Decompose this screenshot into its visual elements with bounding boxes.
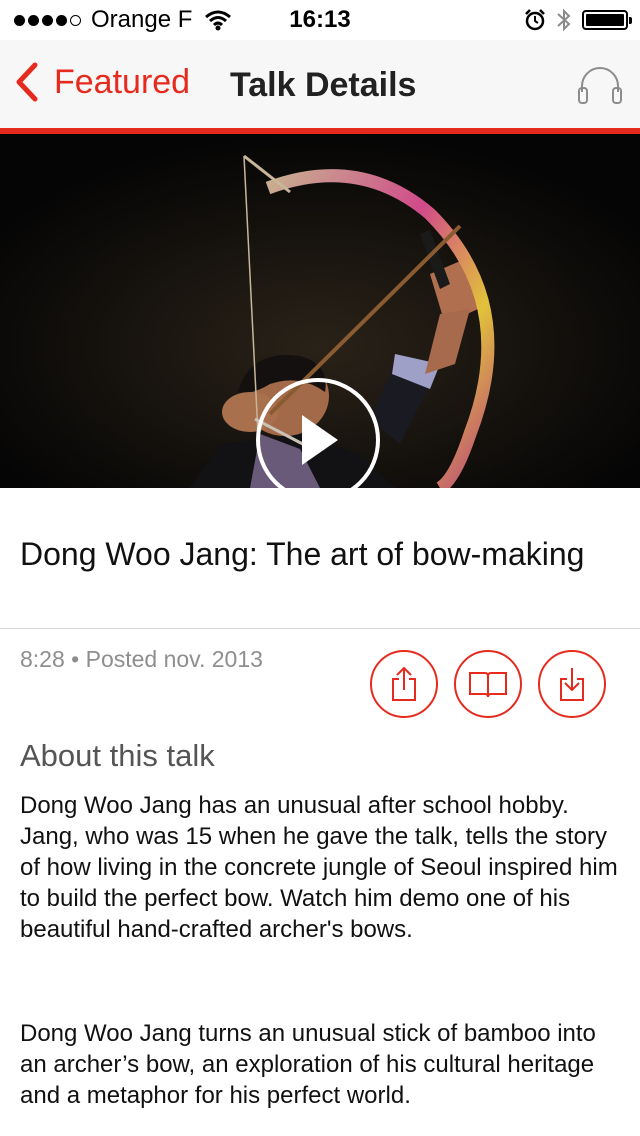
talk-video-thumbnail[interactable]: [0, 134, 640, 488]
talk-meta: 8:28 • Posted nov. 2013: [20, 646, 263, 672]
page-title: Talk Details: [230, 66, 417, 104]
navigation-bar: Featured Talk Details: [0, 40, 640, 128]
talk-description-secondary: Dong Woo Jang turns an unusual stick of …: [20, 1020, 596, 1109]
share-icon: [392, 666, 416, 701]
share-button[interactable]: [370, 650, 438, 718]
back-button[interactable]: Featured: [14, 62, 190, 102]
play-icon: [302, 415, 338, 465]
chevron-left-icon: [16, 62, 38, 102]
bluetooth-icon: [557, 8, 571, 32]
headphones-icon: [578, 67, 622, 104]
book-icon: [469, 672, 507, 698]
read-transcript-button[interactable]: [454, 650, 522, 718]
talk-title: Dong Woo Jang: The art of bow-making: [20, 536, 585, 572]
download-icon: [560, 668, 584, 701]
audio-button[interactable]: [576, 64, 624, 111]
download-button[interactable]: [538, 650, 606, 718]
back-button-label: Featured: [54, 62, 191, 101]
about-heading: About this talk: [20, 738, 215, 773]
divider: [0, 628, 640, 629]
talk-actions: [370, 650, 606, 718]
battery-icon: [582, 10, 632, 30]
alarm-icon: [525, 9, 545, 31]
talk-description: Dong Woo Jang has an unusual after schoo…: [20, 792, 618, 943]
status-bar: Orange F 16:13: [0, 0, 640, 40]
